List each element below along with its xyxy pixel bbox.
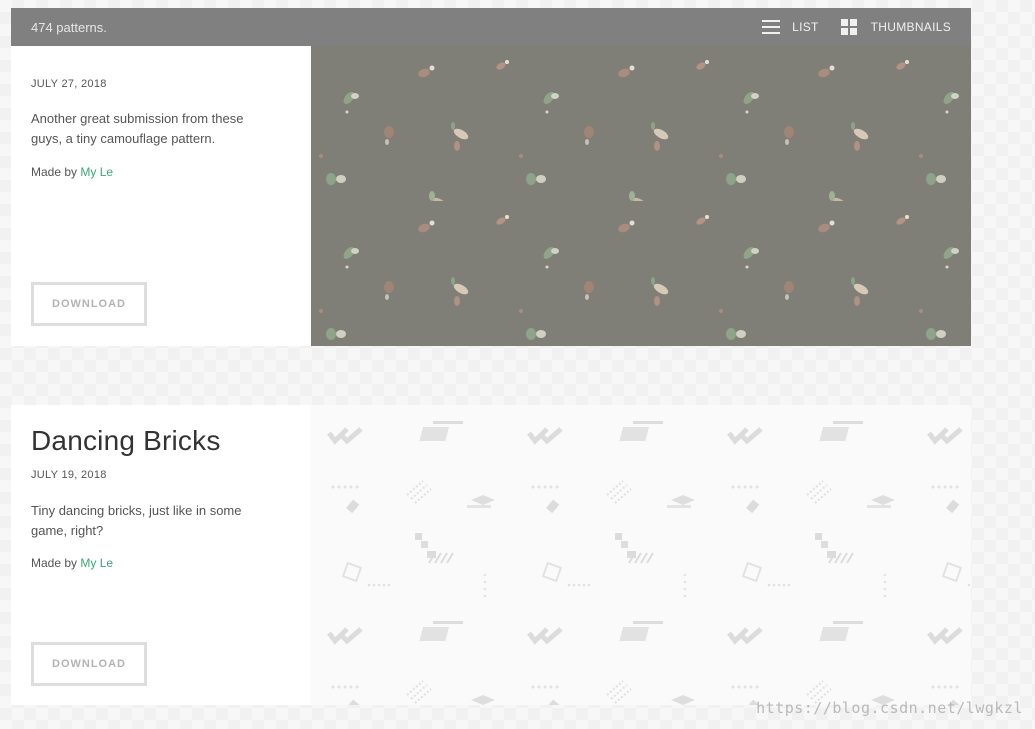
made-by-label: Made by: [31, 556, 78, 570]
pattern-author-line: Made by My Le: [31, 165, 113, 179]
pattern-card-camouflage: JULY 27, 2018 Another great submission f…: [11, 46, 971, 346]
made-by-label: Made by: [31, 165, 78, 179]
list-view-label: LIST: [792, 20, 819, 34]
dancing-bricks-pattern: [311, 405, 971, 705]
pattern-description: Tiny dancing bricks, just like in some g…: [31, 503, 242, 538]
download-button[interactable]: DOWNLOAD: [31, 642, 147, 686]
pattern-author-line: Made by My Le: [31, 556, 113, 570]
list-view-button[interactable]: LIST: [762, 20, 819, 34]
view-switcher: LIST THUMBNAILS: [762, 19, 951, 35]
pattern-date: JULY 19, 2018: [31, 469, 107, 481]
thumbnails-view-label: THUMBNAILS: [870, 20, 951, 34]
list-icon: [762, 20, 781, 34]
pattern-card-dancing-bricks: Dancing Bricks JULY 19, 2018 Tiny dancin…: [11, 405, 971, 705]
camouflage-pattern: [311, 46, 971, 346]
author-link[interactable]: My Le: [80, 556, 113, 570]
pattern-date: JULY 27, 2018: [31, 78, 107, 90]
pattern-title: Dancing Bricks: [31, 425, 221, 456]
pattern-info: Dancing Bricks JULY 19, 2018 Tiny dancin…: [11, 405, 311, 705]
thumbnails-view-button[interactable]: THUMBNAILS: [840, 19, 951, 35]
pattern-preview-dancing-bricks[interactable]: [311, 405, 971, 705]
pattern-count: 474 patterns.: [31, 19, 107, 35]
top-bar: 474 patterns. LIST THUMBNAILS: [11, 8, 971, 46]
grid-icon: [840, 19, 857, 35]
watermark-url: https://blog.csdn.net/lwgkzl: [756, 699, 1023, 717]
pattern-description: Another great submission from these guys…: [31, 111, 244, 146]
download-button[interactable]: DOWNLOAD: [31, 282, 147, 326]
author-link[interactable]: My Le: [80, 165, 113, 179]
pattern-preview-camouflage[interactable]: [311, 46, 971, 346]
pattern-info: JULY 27, 2018 Another great submission f…: [11, 46, 311, 346]
